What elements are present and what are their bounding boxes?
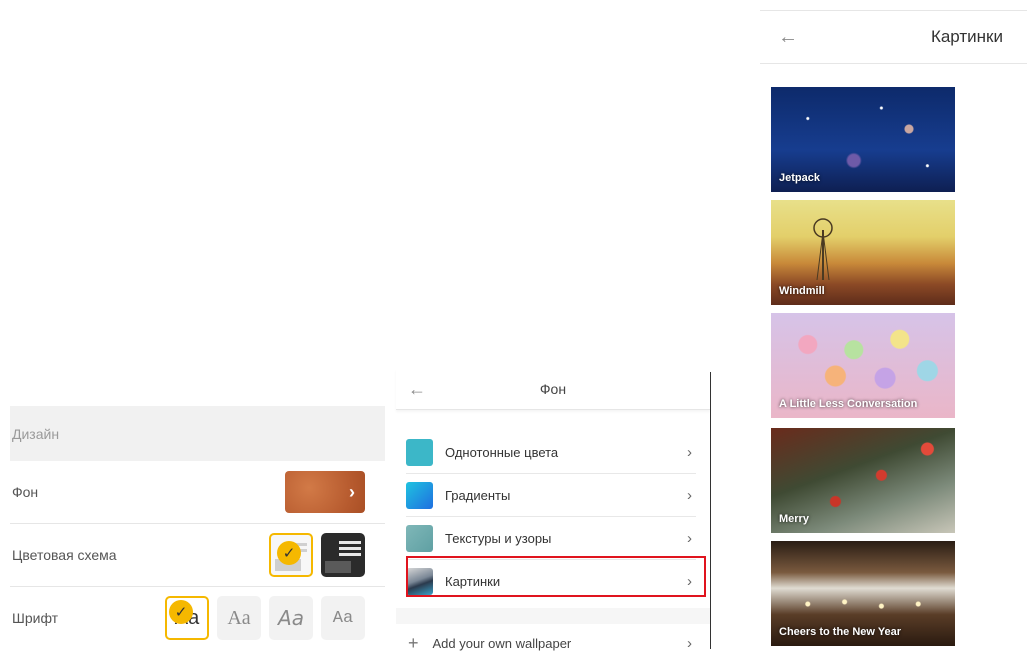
- chevron-right-icon: ›: [687, 486, 692, 504]
- add-wallpaper-label: Add your own wallpaper: [432, 635, 572, 651]
- wallpaper-label: Windmill: [779, 285, 825, 297]
- wallpaper-label: A Little Less Conversation: [779, 398, 918, 410]
- solid-color-thumb-icon: [406, 438, 433, 466]
- wallpaper-thumbnail[interactable]: Jetpack: [771, 87, 955, 192]
- background-panel: ← Фон Однотонные цвета › Градиенты › Тек…: [396, 369, 710, 653]
- pictures-panel-header: ← Картинки: [760, 10, 1027, 64]
- list-item-gradients[interactable]: Градиенты ›: [406, 474, 696, 517]
- chevron-right-icon: ›: [687, 443, 692, 461]
- wallpaper-thumbnail[interactable]: A Little Less Conversation: [771, 313, 955, 418]
- background-panel-title: Фон: [539, 381, 567, 397]
- chevron-right-icon: ›: [349, 481, 355, 502]
- section-divider: [396, 608, 710, 624]
- design-panel: Дизайн Фон › Цветовая схема ✓ Шрифт ✓ Aa…: [10, 406, 385, 649]
- list-item-textures[interactable]: Текстуры и узоры ›: [406, 517, 696, 560]
- plus-icon: +: [408, 632, 419, 653]
- list-item-label: Однотонные цвета: [445, 444, 559, 460]
- design-header-label: Дизайн: [12, 425, 60, 442]
- checkmark-icon: ✓: [169, 600, 193, 624]
- background-setting-label: Фон: [12, 484, 39, 500]
- color-scheme-row: Цветовая схема ✓: [10, 524, 385, 587]
- gradient-thumb-icon: [406, 481, 433, 509]
- panel-divider-line: [710, 372, 711, 649]
- texture-thumb-icon: [406, 524, 433, 552]
- wallpaper-thumbnail[interactable]: Windmill: [771, 200, 955, 305]
- light-scheme-option[interactable]: ✓: [269, 533, 313, 577]
- wallpaper-thumbnail[interactable]: Merry: [771, 428, 955, 533]
- wallpaper-thumbnail[interactable]: Cheers to the New Year: [771, 541, 955, 646]
- design-section-header: Дизайн: [10, 406, 385, 461]
- dark-scheme-option[interactable]: [321, 533, 365, 577]
- font-option-mono[interactable]: Aa: [321, 596, 365, 640]
- list-item-label: Градиенты: [445, 487, 511, 503]
- add-wallpaper-button[interactable]: + Add your own wallpaper ›: [396, 624, 710, 662]
- list-item-label: Текстуры и узоры: [445, 530, 552, 546]
- background-setting-row[interactable]: Фон ›: [10, 461, 385, 524]
- checkmark-icon: ✓: [277, 541, 301, 565]
- font-row: Шрифт Aa ✓ Aa Aa Aa: [10, 587, 385, 649]
- background-swatch-button[interactable]: ›: [285, 471, 365, 513]
- color-scheme-options: ✓: [269, 533, 365, 577]
- font-option-sans[interactable]: Aa ✓: [165, 596, 209, 640]
- list-item-solid-colors[interactable]: Однотонные цвета ›: [406, 431, 696, 474]
- pictures-panel: ← Картинки Jetpack Windmill A Little Les…: [760, 0, 1027, 649]
- pictures-panel-title: Картинки: [930, 27, 1003, 46]
- wallpaper-label: Cheers to the New Year: [779, 626, 902, 638]
- wallpaper-label: Merry: [779, 513, 809, 525]
- highlight-box: [406, 556, 706, 597]
- background-panel-header: ← Фон: [396, 369, 710, 410]
- font-label: Шрифт: [12, 610, 59, 626]
- text-lines-icon: [339, 541, 361, 559]
- font-option-italic[interactable]: Aa: [269, 596, 313, 640]
- back-arrow-icon[interactable]: ←: [778, 26, 798, 49]
- font-option-serif[interactable]: Aa: [217, 596, 261, 640]
- back-arrow-icon[interactable]: ←: [408, 379, 426, 400]
- font-options: Aa ✓ Aa Aa Aa: [165, 596, 365, 640]
- image-placeholder-icon: [325, 561, 351, 573]
- chevron-right-icon: ›: [687, 529, 692, 547]
- wallpaper-label: Jetpack: [779, 172, 820, 184]
- color-scheme-label: Цветовая схема: [12, 547, 117, 563]
